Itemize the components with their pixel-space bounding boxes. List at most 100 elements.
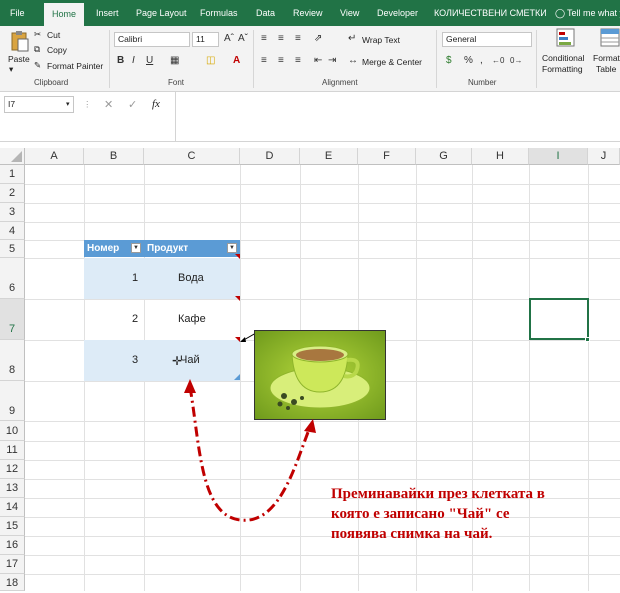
middle-align-icon[interactable]: ≡ [278,33,284,45]
name-box[interactable]: I7 [4,96,74,113]
font-color-icon[interactable]: A [233,55,240,67]
column-header[interactable]: H [472,148,529,165]
paste-dropdown-icon[interactable]: ▾ [9,64,13,75]
fill-handle[interactable] [585,337,590,342]
row-header[interactable]: 10 [0,421,25,441]
copy-icon[interactable]: ⧉ [34,44,40,55]
merge-center-icon[interactable]: ↔ [348,55,358,67]
column-header[interactable]: E [300,148,358,165]
tab-custom[interactable]: КОЛИЧЕСТВЕНИ СМЕТКИ [434,0,547,26]
row-header[interactable]: 15 [0,517,25,536]
comma-icon[interactable]: , [480,55,483,67]
table-cell[interactable]: 1 [132,272,138,284]
row-header[interactable]: 7 [0,299,25,340]
row-header[interactable]: 8 [0,340,25,381]
percent-icon[interactable]: % [464,55,473,67]
column-header[interactable]: A [25,148,84,165]
tab-view[interactable]: View [340,0,359,26]
table-cell[interactable]: Чай [180,354,200,366]
tab-formulas[interactable]: Formulas [200,0,238,26]
table-cell[interactable]: Вода [178,272,204,284]
bold-button[interactable]: B [117,55,124,67]
format-painter-button[interactable]: Format Painter [47,61,103,71]
selected-cell[interactable] [529,298,589,340]
format-as-table-icon[interactable] [600,28,620,48]
fill-color-icon[interactable]: ◫ [206,55,215,67]
row-header[interactable]: 17 [0,555,25,574]
insert-function-button[interactable]: fx [152,98,160,110]
conditional-formatting-label: Formatting [542,64,583,74]
column-header[interactable]: G [416,148,472,165]
paste-button[interactable]: Paste [8,54,30,64]
row-header[interactable]: 13 [0,479,25,498]
outdent-icon[interactable]: ⇥ [328,55,336,67]
format-as-table-button[interactable]: Format as [593,53,620,63]
row-header[interactable]: 14 [0,498,25,517]
row-header[interactable]: 6 [0,258,25,299]
copy-button[interactable]: Copy [47,45,67,55]
enter-icon[interactable]: ✓ [128,98,137,111]
format-painter-icon[interactable]: ✎ [34,60,41,71]
italic-button[interactable]: I [132,55,135,67]
row-header[interactable]: 3 [0,203,25,222]
tab-review[interactable]: Review [293,0,323,26]
font-size-select[interactable]: 11 [192,32,219,47]
select-all-corner[interactable] [0,148,25,165]
formula-input[interactable] [175,92,620,142]
increase-decimal-icon[interactable]: ←0 [492,55,504,67]
decrease-decimal-icon[interactable]: 0→ [510,55,522,67]
row-header[interactable]: 1 [0,165,25,184]
filter-dropdown-icon[interactable]: ▼ [227,243,237,253]
tab-file[interactable]: File [10,0,25,26]
cut-button[interactable]: Cut [47,30,60,40]
row-header[interactable]: 5 [0,240,25,258]
borders-icon[interactable]: ▦ [170,55,179,67]
align-right-icon[interactable]: ≡ [295,55,301,67]
bottom-align-icon[interactable]: ≡ [295,33,301,45]
tab-page-layout[interactable]: Page Layout [136,0,187,26]
row-header[interactable]: 9 [0,381,25,421]
align-left-icon[interactable]: ≡ [261,55,267,67]
row-header[interactable]: 2 [0,184,25,203]
row-header[interactable]: 12 [0,460,25,479]
tab-developer[interactable]: Developer [377,0,418,26]
table-cell[interactable]: Кафе [178,313,206,325]
tab-data[interactable]: Data [256,0,275,26]
cancel-icon[interactable]: ✕ [104,98,113,111]
merge-center-button[interactable]: Merge & Center [362,57,422,67]
row-header[interactable]: 16 [0,536,25,555]
conditional-formatting-icon[interactable] [556,28,576,48]
cut-icon[interactable]: ✂ [34,29,41,40]
shrink-font-icon[interactable]: Aˇ [238,33,248,45]
column-header[interactable]: I [529,148,588,165]
row-header[interactable]: 4 [0,222,25,240]
align-center-icon[interactable]: ≡ [278,55,284,67]
wrap-text-button[interactable]: Wrap Text [362,35,400,45]
table-cell[interactable]: 2 [132,313,138,325]
top-align-icon[interactable]: ≡ [261,33,267,45]
font-name-select[interactable]: Calibri [114,32,190,47]
column-header[interactable]: D [240,148,300,165]
column-header[interactable]: J [588,148,620,165]
column-header[interactable]: F [358,148,416,165]
column-header[interactable]: B [84,148,144,165]
row-header[interactable]: 18 [0,574,25,591]
tab-insert[interactable]: Insert [96,0,119,26]
grow-font-icon[interactable]: Aˆ [224,33,234,45]
table-cell[interactable]: 3 [132,354,138,366]
currency-icon[interactable]: $ [446,55,452,67]
wrap-text-icon[interactable]: ↵ [348,33,356,45]
filter-dropdown-icon[interactable]: ▼ [131,243,141,253]
conditional-formatting-button[interactable]: Conditional [542,53,585,63]
underline-button[interactable]: U [146,55,153,67]
name-box-dropdown-icon[interactable]: ▾ [66,100,70,108]
tab-home[interactable]: Home [44,3,85,26]
orientation-icon[interactable]: ⇗ [314,33,322,45]
tell-me-box[interactable]: Tell me what y [567,0,620,26]
row-header[interactable]: 11 [0,441,25,460]
paste-icon[interactable] [9,30,29,52]
indent-icon[interactable]: ⇤ [314,55,322,67]
column-header[interactable]: C [144,148,240,165]
more-icon[interactable]: ⋮ [83,99,92,110]
number-format-select[interactable]: General [442,32,532,47]
